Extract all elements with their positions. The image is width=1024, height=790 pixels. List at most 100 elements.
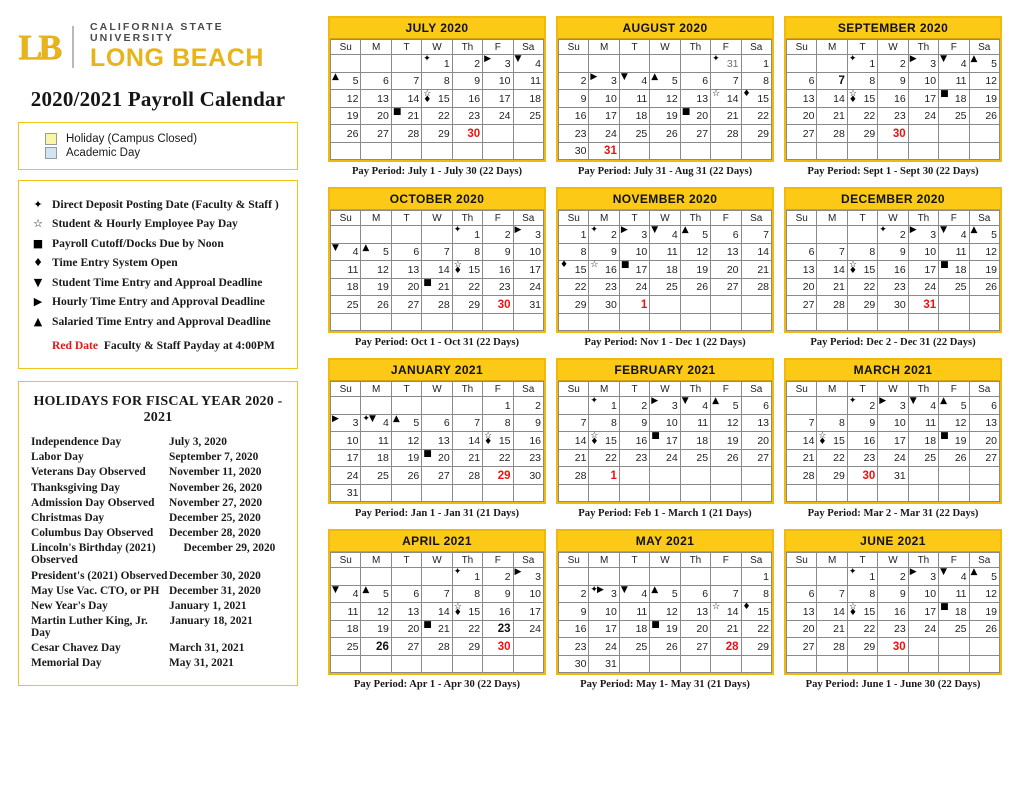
day-cell[interactable]: ▶ 3 <box>329 414 362 432</box>
day-cell[interactable]: 18 <box>907 431 940 450</box>
day-cell[interactable]: ▼ 4 <box>938 567 970 586</box>
day-cell[interactable]: 26 <box>329 124 362 143</box>
day-cell[interactable]: 8 <box>846 242 879 261</box>
day-cell[interactable]: 18 <box>679 431 712 450</box>
day-cell[interactable]: 20 <box>785 277 818 296</box>
day-cell[interactable]: 22 <box>482 448 514 467</box>
day-cell[interactable]: 7 <box>816 242 848 261</box>
day-cell[interactable]: 17 <box>588 106 620 125</box>
day-cell[interactable]: 6 <box>968 396 1001 415</box>
day-cell[interactable]: ▼ 4 <box>938 225 970 244</box>
day-cell[interactable]: ▶ 3 <box>907 567 940 586</box>
day-cell[interactable]: 22 <box>421 106 453 125</box>
day-cell[interactable]: 27 <box>679 124 712 143</box>
day-cell[interactable]: 23 <box>618 448 651 467</box>
day-cell[interactable]: 6 <box>679 71 712 90</box>
day-cell[interactable]: ▲ 5 <box>710 396 742 415</box>
day-cell[interactable]: ▶ 3 <box>649 396 681 415</box>
day-cell[interactable]: 24 <box>877 448 909 467</box>
day-cell[interactable]: ■ 19 <box>649 620 681 638</box>
day-cell[interactable]: 17 <box>907 260 940 279</box>
day-cell[interactable]: 12 <box>938 413 970 432</box>
day-cell[interactable]: 17 <box>482 89 514 108</box>
day-cell[interactable]: 19 <box>329 106 362 125</box>
day-cell[interactable]: 12 <box>649 89 681 108</box>
day-cell[interactable]: ▶ 3 <box>618 225 651 244</box>
day-cell[interactable]: 14 <box>816 260 848 279</box>
day-cell[interactable]: 22 <box>740 619 773 638</box>
day-cell[interactable]: ✦ 1 <box>421 54 453 73</box>
day-cell[interactable]: 29 <box>846 295 879 314</box>
day-cell[interactable]: 31 <box>512 295 545 314</box>
day-cell[interactable]: 25 <box>679 448 712 467</box>
day-cell[interactable]: 1 <box>618 295 651 314</box>
day-cell[interactable]: ✦ 1 <box>588 396 620 415</box>
day-cell[interactable]: 21 <box>816 106 848 125</box>
day-cell[interactable]: 13 <box>360 89 392 108</box>
day-cell[interactable]: 23 <box>557 637 590 656</box>
day-cell[interactable]: 20 <box>740 431 773 450</box>
day-cell[interactable]: 11 <box>360 431 392 450</box>
day-cell[interactable]: 9 <box>482 242 514 261</box>
day-cell[interactable]: 18 <box>618 106 651 125</box>
day-cell[interactable]: 11 <box>618 89 651 108</box>
day-cell[interactable]: 17 <box>512 260 545 279</box>
day-cell[interactable]: 13 <box>710 242 742 261</box>
day-cell[interactable]: ☆ 16 <box>588 260 620 279</box>
day-cell[interactable]: 19 <box>360 277 392 296</box>
day-cell[interactable]: 11 <box>938 584 970 603</box>
day-cell[interactable]: ▼ 4 <box>618 585 651 603</box>
day-cell[interactable]: 28 <box>785 466 818 485</box>
day-cell[interactable]: ■ 17 <box>618 260 651 279</box>
day-cell[interactable]: 27 <box>968 448 1001 467</box>
day-cell[interactable]: 9 <box>557 602 590 621</box>
day-cell[interactable]: 31 <box>329 483 362 502</box>
day-cell[interactable]: 14 <box>421 260 453 279</box>
day-cell[interactable]: 16 <box>846 431 879 450</box>
day-cell[interactable]: 13 <box>390 602 423 621</box>
day-cell[interactable]: 10 <box>618 242 651 261</box>
day-cell[interactable]: 12 <box>968 242 1001 261</box>
day-cell[interactable]: 9 <box>482 584 514 603</box>
day-cell[interactable]: ✦ 2 <box>846 396 879 415</box>
day-cell[interactable]: ✦ 2 <box>877 225 909 244</box>
day-cell[interactable]: 2 <box>618 396 651 415</box>
day-cell[interactable]: 22 <box>451 619 484 638</box>
day-cell[interactable]: 25 <box>649 277 681 296</box>
day-cell[interactable]: ▲ 5 <box>968 54 1001 73</box>
day-cell[interactable]: 14 <box>557 431 590 450</box>
day-cell[interactable]: 16 <box>877 260 909 279</box>
day-cell[interactable]: 1 <box>482 396 514 415</box>
day-cell[interactable]: 20 <box>710 260 742 279</box>
day-cell[interactable]: 2 <box>482 567 514 586</box>
day-cell[interactable]: 30 <box>588 295 620 314</box>
day-cell[interactable]: 7 <box>710 584 742 603</box>
day-cell[interactable]: 28 <box>557 466 590 485</box>
day-cell[interactable]: 29 <box>846 124 879 143</box>
day-cell[interactable]: 28 <box>710 637 742 656</box>
day-cell[interactable]: 14 <box>390 89 423 108</box>
day-cell[interactable]: 30 <box>482 637 514 656</box>
day-cell[interactable]: ✦ 1 <box>846 567 879 586</box>
day-cell[interactable]: 14 <box>740 242 773 261</box>
day-cell[interactable]: 1 <box>740 54 773 73</box>
day-cell[interactable]: 9 <box>618 413 651 432</box>
day-cell[interactable]: 14 <box>451 431 484 450</box>
day-cell[interactable]: 23 <box>512 448 545 467</box>
day-cell[interactable]: 22 <box>846 106 879 125</box>
day-cell[interactable]: 8 <box>846 584 879 603</box>
day-cell[interactable]: 12 <box>968 71 1001 90</box>
day-cell[interactable]: ☆ ♦ 15 <box>846 260 879 279</box>
day-cell[interactable]: 19 <box>968 260 1001 279</box>
day-cell[interactable]: 13 <box>740 413 773 432</box>
day-cell[interactable]: ▼ 4 <box>618 72 651 90</box>
day-cell[interactable]: 8 <box>588 413 620 432</box>
day-cell[interactable]: ▲ 5 <box>938 396 970 415</box>
day-cell[interactable]: 28 <box>816 295 848 314</box>
day-cell[interactable]: 30 <box>512 466 545 485</box>
day-cell[interactable]: ✦ 1 <box>846 54 879 73</box>
day-cell[interactable]: 6 <box>679 584 712 603</box>
day-cell[interactable]: ■ 21 <box>390 107 423 125</box>
day-cell[interactable]: 2 <box>451 54 484 73</box>
day-cell[interactable]: ♦ 15 <box>740 89 773 108</box>
